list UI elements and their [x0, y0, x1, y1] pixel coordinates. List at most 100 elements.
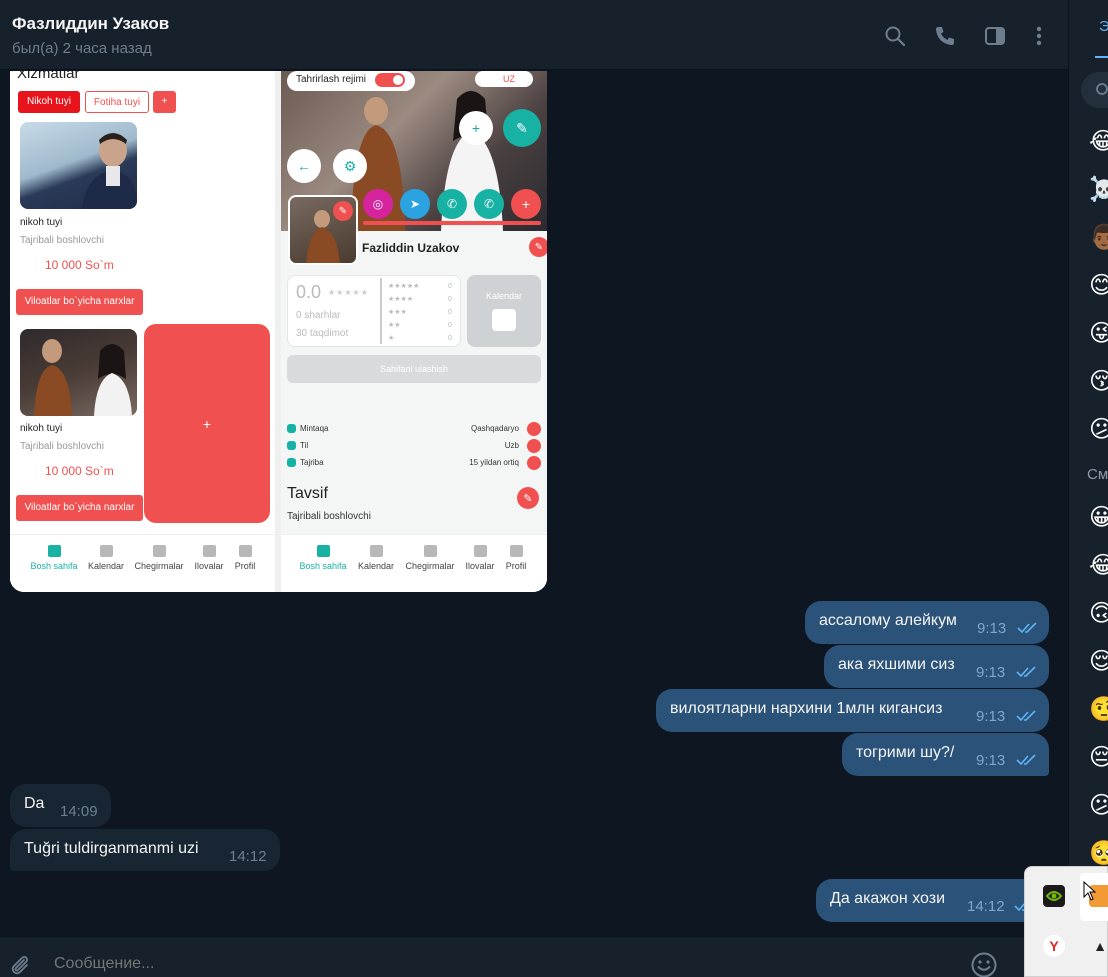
message-bubble-outgoing[interactable]: тогрими шу?/ 9:13	[842, 733, 1049, 776]
emoji-item[interactable]: 😂	[1089, 552, 1108, 580]
toggle-switch	[375, 73, 405, 87]
edit-icon	[527, 456, 541, 470]
photo-message[interactable]: Xizmatlar Nikoh tuyi Fotiha tuyi + nikoh…	[10, 71, 547, 592]
phone-call-icon[interactable]	[933, 24, 957, 48]
location-icon	[287, 424, 296, 433]
emoji-item[interactable]: 😚	[1089, 368, 1108, 396]
system-tray-overflow: Y ▲	[1024, 866, 1108, 977]
search-icon	[1096, 83, 1108, 95]
reviews-count: 0 sharhlar	[296, 310, 341, 321]
edit-icon	[527, 422, 541, 436]
edit-name-icon: ✎	[529, 237, 547, 257]
chat-header: Фазлиддин Узаков был(а) 2 часа назад	[0, 0, 1068, 70]
emoji-search[interactable]	[1081, 72, 1108, 108]
emoji-item[interactable]: 🤨	[1089, 696, 1108, 724]
card-image	[20, 329, 137, 416]
emoji-item[interactable]: 😊	[1089, 272, 1108, 300]
last-seen-status: был(а) 2 часа назад	[12, 40, 152, 57]
double-check-icon	[1017, 622, 1037, 634]
calendar-card: Kalendar	[467, 275, 541, 347]
card-subtitle: Tajribali boshlovchi	[20, 441, 104, 452]
more-options-icon[interactable]	[1027, 24, 1051, 48]
nav-profile: Profil	[488, 545, 544, 571]
contacts-underline	[363, 221, 541, 225]
telegram-icon: ➤	[400, 189, 430, 219]
card-image	[20, 122, 137, 209]
rating-card: 0.0 ★★★★★ 0 sharhlar 30 taqdimot ★★★★★ ★★…	[287, 275, 461, 347]
active-tab-indicator	[1095, 56, 1108, 58]
message-bubble-incoming[interactable]: Da 14:09	[10, 784, 111, 827]
emoji-item[interactable]: 🙃	[1089, 600, 1108, 628]
message-bubble-incoming[interactable]: Tuğri tuldirganmanmi uzi 14:12	[10, 829, 280, 871]
description-text: Tajribali boshlovchi	[287, 511, 371, 522]
message-input[interactable]	[54, 955, 934, 973]
language-switch: UZ	[475, 71, 533, 87]
region-prices-button: Viloatlar bo`yicha narxlar	[16, 289, 143, 315]
emoji-item[interactable]: 😔	[1089, 744, 1108, 772]
calendar-icon	[369, 545, 383, 557]
message-bubble-outgoing[interactable]: Да акажон хози 14:12	[816, 879, 1049, 922]
double-check-icon	[1016, 754, 1036, 766]
rating-stars: ★★★★★	[328, 288, 369, 297]
rating-divider	[380, 278, 382, 344]
double-check-icon	[1016, 710, 1036, 722]
emoji-item[interactable]: 👨🏾	[1089, 224, 1108, 252]
message-input-bar	[0, 936, 1068, 977]
card-subtitle: Tajribali boshlovchi	[20, 235, 104, 246]
graduation-cap-icon[interactable]: ▲	[1089, 935, 1108, 957]
emoji-smile-icon[interactable]	[970, 951, 998, 977]
home-icon	[316, 545, 330, 557]
experience-icon	[287, 458, 296, 467]
card-title: nikoh tuyi	[20, 217, 63, 228]
calendar-icon	[492, 309, 516, 331]
edit-avatar-icon: ✎	[333, 201, 353, 221]
edit-description-icon: ✎	[517, 487, 539, 509]
message-bubble-outgoing[interactable]: ассалому алейкум 9:13	[805, 601, 1049, 644]
emoji-tab[interactable]: Э	[1099, 18, 1108, 35]
bookings-count: 30 taqdimot	[296, 328, 349, 339]
language-icon	[287, 441, 296, 450]
pencil-icon: ✎	[503, 109, 541, 147]
card-title: nikoh tuyi	[20, 423, 63, 434]
gear-icon	[509, 545, 523, 557]
section-title: Xizmatlar	[17, 71, 80, 82]
message-bubble-outgoing[interactable]: вилоятларни нархини 1млн кигансиз 9:13	[656, 689, 1049, 732]
bottom-nav: Bosh sahifa Kalendar Chegirmalar Ilovala…	[281, 534, 547, 592]
emoji-item[interactable]: 😂	[1089, 128, 1108, 156]
nav-calendar: Kalendar	[78, 545, 134, 571]
lightning-icon	[423, 545, 437, 557]
card-price: 10 000 So`m	[45, 258, 114, 272]
info-region: Mintaqa Qashqadaryo	[287, 421, 541, 437]
chip-add: +	[153, 91, 176, 113]
nav-profile: Profil	[217, 545, 273, 571]
lightning-icon	[152, 545, 166, 557]
emoji-item[interactable]: 😀	[1089, 504, 1108, 532]
emoji-item[interactable]: 😕	[1089, 416, 1108, 444]
message-bubble-outgoing[interactable]: ака яхшими сиз 9:13	[824, 645, 1049, 688]
mail-icon	[202, 545, 216, 557]
search-icon[interactable]	[883, 24, 907, 48]
sidebar-toggle-icon[interactable]	[983, 24, 1007, 48]
double-check-icon	[1016, 666, 1036, 678]
profile-name: Fazliddin Uzakov	[362, 241, 460, 255]
yandex-browser-icon[interactable]: Y	[1043, 935, 1065, 957]
nvidia-icon[interactable]	[1043, 885, 1065, 907]
star-breakdown: ★★★★★ ★★★★ ★★★ ★★ ★	[388, 283, 420, 342]
nav-home: Bosh sahifa	[295, 545, 351, 571]
emoji-item[interactable]: 😕	[1089, 792, 1108, 820]
paperclip-icon[interactable]	[8, 954, 32, 977]
contact-name[interactable]: Фазлиддин Узаков	[12, 14, 169, 34]
info-language: Til Uzb	[287, 438, 541, 454]
chip-fotiha-tuyi: Fotiha tuyi	[85, 91, 149, 113]
emoji-item[interactable]: ☠️	[1089, 176, 1108, 204]
emoji-item[interactable]: 😌	[1089, 648, 1108, 676]
bottom-nav: Bosh sahifa Kalendar Chegirmalar Ilovala…	[10, 534, 275, 592]
mouse-cursor-icon	[1083, 881, 1097, 901]
instagram-icon: ◎	[363, 189, 393, 219]
emoji-item[interactable]: 🥺	[1089, 840, 1108, 868]
emoji-panel: Э 😂 ☠️ 👨🏾 😊 😜 😚 😕 См 😀 😂 🙃 😌 🤨 😔 😕 🥺	[1068, 0, 1108, 977]
edit-mode-toggle: Tahrirlash rejimi	[287, 71, 415, 91]
emoji-section-label: См	[1087, 466, 1108, 483]
phone-icon: ✆	[474, 189, 504, 219]
emoji-item[interactable]: 😜	[1089, 320, 1108, 348]
